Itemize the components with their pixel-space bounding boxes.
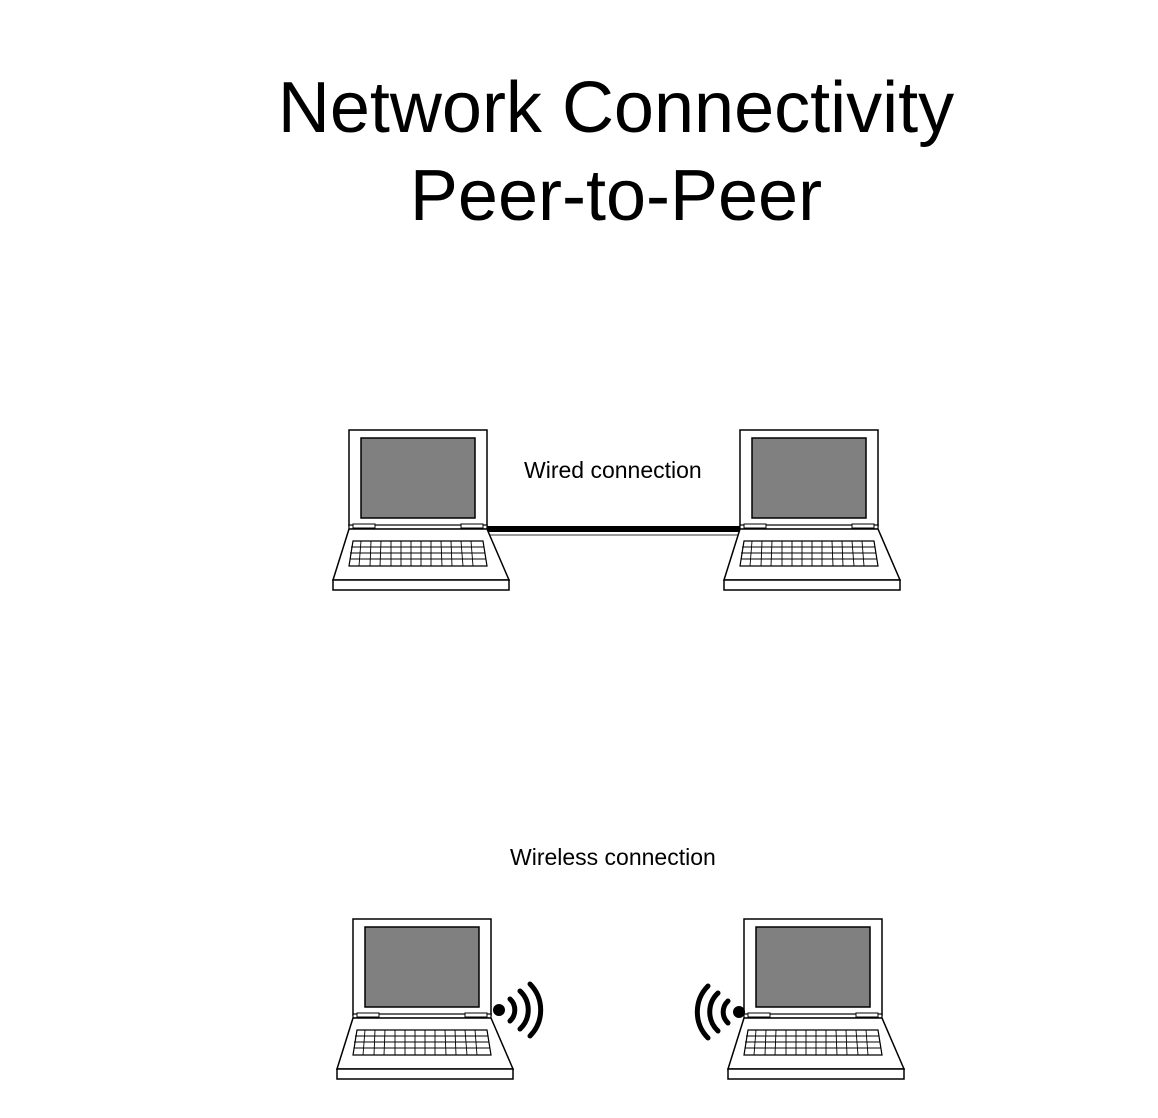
laptop-icon	[336, 918, 514, 1080]
laptop-icon	[332, 429, 510, 591]
wired-connection-label: Wired connection	[524, 457, 702, 483]
laptop-icon	[727, 918, 905, 1080]
wired-cable	[486, 526, 740, 536]
network-diagram	[332, 429, 905, 1080]
wireless-connection-label: Wireless connection	[510, 844, 716, 870]
wifi-signal-icon	[493, 981, 544, 1039]
wifi-signal-icon	[694, 983, 745, 1041]
laptop-icon	[723, 429, 901, 591]
